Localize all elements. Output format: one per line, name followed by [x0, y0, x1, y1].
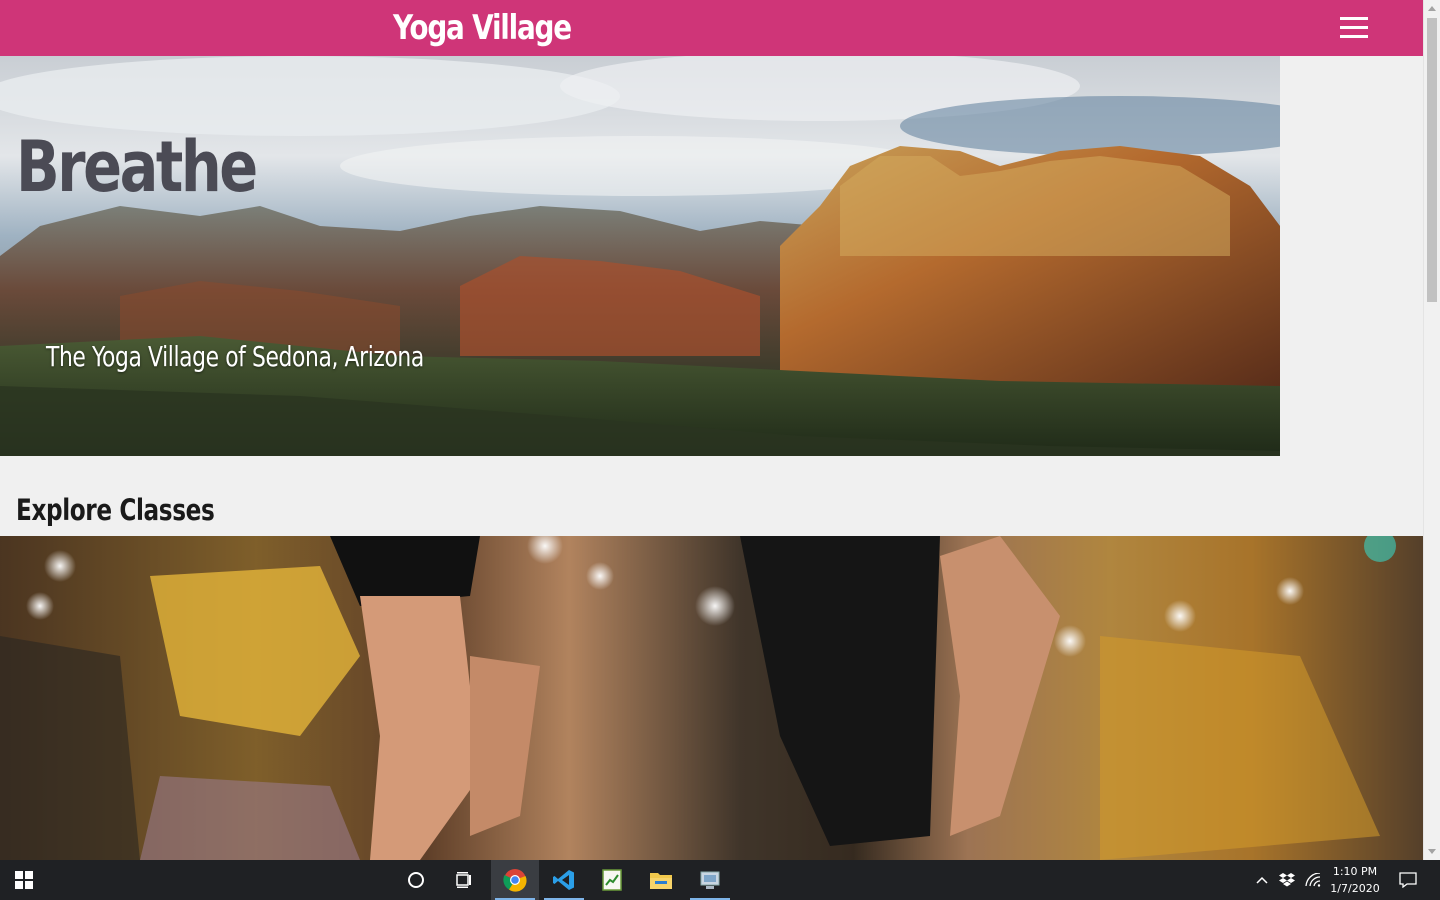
dropbox-icon[interactable]: [1276, 860, 1298, 900]
scroll-down-arrow-icon[interactable]: [1428, 849, 1436, 854]
file-explorer-icon[interactable]: [637, 860, 685, 900]
page-scrollbar[interactable]: [1423, 0, 1440, 860]
scrollbar-thumb[interactable]: [1427, 18, 1437, 302]
browser-viewport: Yoga Village Breathe The Yoga Village of…: [0, 0, 1423, 860]
clock-date: 1/7/2020: [1330, 882, 1380, 895]
hamburger-menu-icon[interactable]: [1340, 17, 1368, 38]
network-app-icon[interactable]: [686, 860, 734, 900]
action-center-icon[interactable]: [1394, 860, 1422, 900]
yoga-class-image[interactable]: [0, 536, 1423, 860]
hero-banner: Breathe The Yoga Village of Sedona, Ariz…: [0, 56, 1280, 456]
scroll-up-arrow-icon[interactable]: [1428, 6, 1436, 11]
chrome-icon[interactable]: [491, 860, 539, 900]
windows-start-icon[interactable]: [0, 860, 48, 900]
cortana-circle-icon[interactable]: [392, 860, 440, 900]
system-clock[interactable]: 1:10 PM 1/7/2020: [1322, 862, 1388, 898]
notepad-chart-icon[interactable]: [588, 860, 636, 900]
clock-time: 1:10 PM: [1332, 865, 1378, 878]
wifi-icon[interactable]: [1302, 860, 1324, 900]
task-view-icon[interactable]: [440, 860, 488, 900]
hero-subtitle: The Yoga Village of Sedona, Arizona: [46, 340, 424, 373]
windows-taskbar: 1:10 PM 1/7/2020: [0, 860, 1440, 900]
site-header: Yoga Village: [0, 0, 1423, 56]
vscode-icon[interactable]: [540, 860, 588, 900]
yoga-class-photo: [0, 536, 1423, 860]
site-brand[interactable]: Yoga Village: [393, 2, 572, 54]
sedona-mountains-image: [0, 56, 1280, 456]
chevron-up-icon[interactable]: [1252, 860, 1272, 900]
explore-classes-heading: Explore Classes: [16, 493, 215, 527]
hero-title: Breathe: [16, 126, 258, 208]
